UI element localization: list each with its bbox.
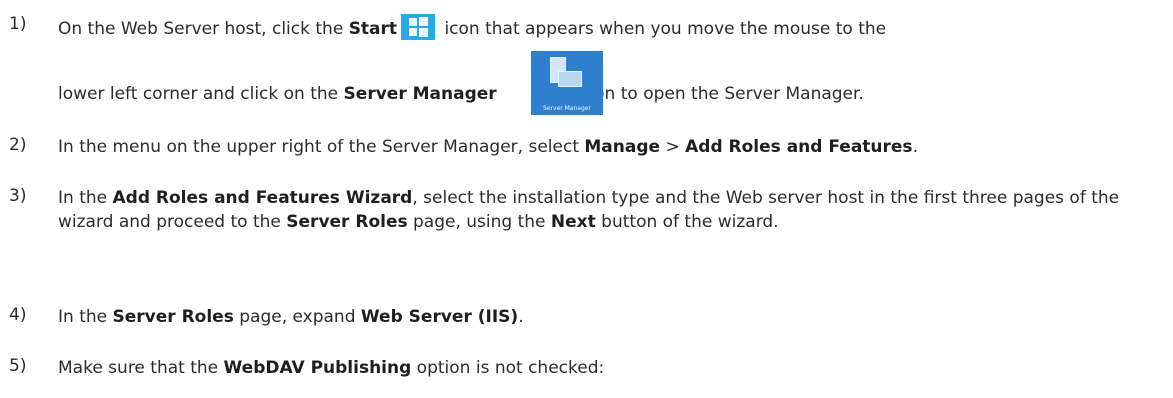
bold-term: Next bbox=[550, 212, 596, 232]
server-manager-icon: Server Manager bbox=[531, 51, 603, 115]
step-number: 3) bbox=[9, 186, 27, 206]
bold-term: Server Manager bbox=[343, 84, 497, 104]
step-text: On the Web Server host, click the Start … bbox=[58, 14, 1165, 41]
step-number: 1) bbox=[9, 14, 27, 34]
step-text: In the menu on the upper right of the Se… bbox=[58, 137, 918, 157]
step-text-continued: lower left corner and click on the Serve… bbox=[58, 84, 864, 104]
bold-term: Server Roles bbox=[112, 307, 234, 327]
step-text: In the Add Roles and Features Wizard, se… bbox=[58, 188, 1120, 232]
bold-term: Add Roles and Features bbox=[685, 137, 913, 157]
step-number: 4) bbox=[9, 305, 27, 325]
bold-term: Add Roles and Features Wizard bbox=[112, 188, 413, 208]
bold-term: Start bbox=[348, 19, 398, 39]
bold-term: Server Roles bbox=[286, 212, 408, 232]
server-manager-icon-caption: Server Manager bbox=[543, 105, 591, 112]
bold-term: WebDAV Publishing bbox=[223, 358, 412, 378]
bold-term: Web Server (IIS) bbox=[360, 307, 519, 327]
bold-term: Manage bbox=[584, 137, 661, 157]
step-number: 5) bbox=[9, 356, 27, 376]
step-text: In the Server Roles page, expand Web Ser… bbox=[58, 307, 524, 327]
step-text: Make sure that the WebDAV Publishing opt… bbox=[58, 358, 605, 378]
step-number: 2) bbox=[9, 135, 27, 155]
windows-logo-icon bbox=[401, 14, 436, 40]
